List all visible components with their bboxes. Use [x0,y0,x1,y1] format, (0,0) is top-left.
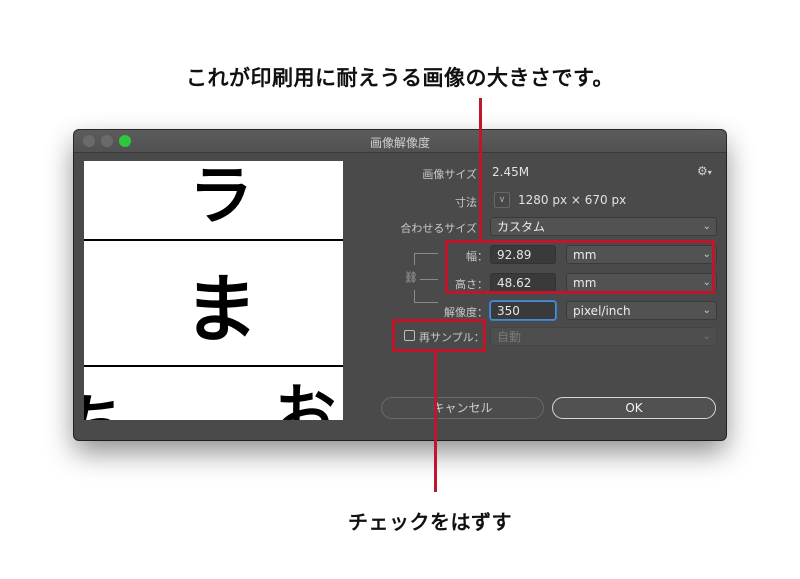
gear-icon[interactable]: ⚙▾ [697,164,712,178]
preview-glyph: ラ [189,161,253,234]
resolution-unit-value: pixel/inch [573,304,631,318]
dialog-title: 画像解像度 [369,136,430,150]
gear-glyph: ⚙ [697,164,708,178]
annotation-box-width-height [445,240,715,294]
chevron-down-icon[interactable]: ∨ [494,192,510,208]
preview-glyph: ま [184,267,258,353]
dialog-titlebar: 画像解像度 [74,130,726,153]
preview-divider [84,239,343,241]
resolution-input[interactable]: 350 [490,301,556,320]
fit-to-value: カスタム [497,220,546,234]
annotation-box-resample [392,319,486,352]
image-preview[interactable]: ラ ま ち お [84,161,343,420]
preview-glyph: お [274,377,337,421]
fit-to-label: 合わせるサイズ： [400,222,488,235]
chevron-down-icon: ⌄ [702,221,711,232]
image-size-value: 2.45M [492,165,530,179]
ok-button[interactable]: OK [552,397,716,419]
cancel-button[interactable]: キャンセル [381,397,544,419]
dimensions-value: 1280 px × 670 px [518,193,627,207]
resample-method-select[interactable]: 自動 ⌄ [490,327,717,346]
bottom-annotation-caption: チェックをはずす [348,510,512,534]
resolution-unit-select[interactable]: pixel/inch ⌄ [566,301,717,320]
annotation-line-bottom [434,352,437,492]
preview-glyph: ち [84,393,126,421]
image-size-label: 画像サイズ： [422,168,488,181]
annotation-line-top [479,98,482,242]
dimensions-label: 寸法： [455,196,488,209]
resample-method-value: 自動 [497,330,522,344]
chevron-down-icon: ⌄ [702,305,711,316]
resolution-label: 解像度： [444,306,488,319]
fit-to-select[interactable]: カスタム ⌄ [490,217,717,236]
chevron-down-icon: ⌄ [702,331,711,342]
constrain-bracket-bottom [414,302,438,303]
preview-divider [84,365,343,367]
top-annotation-caption: これが印刷用に耐えうる画像の大きさです。 [186,66,614,90]
